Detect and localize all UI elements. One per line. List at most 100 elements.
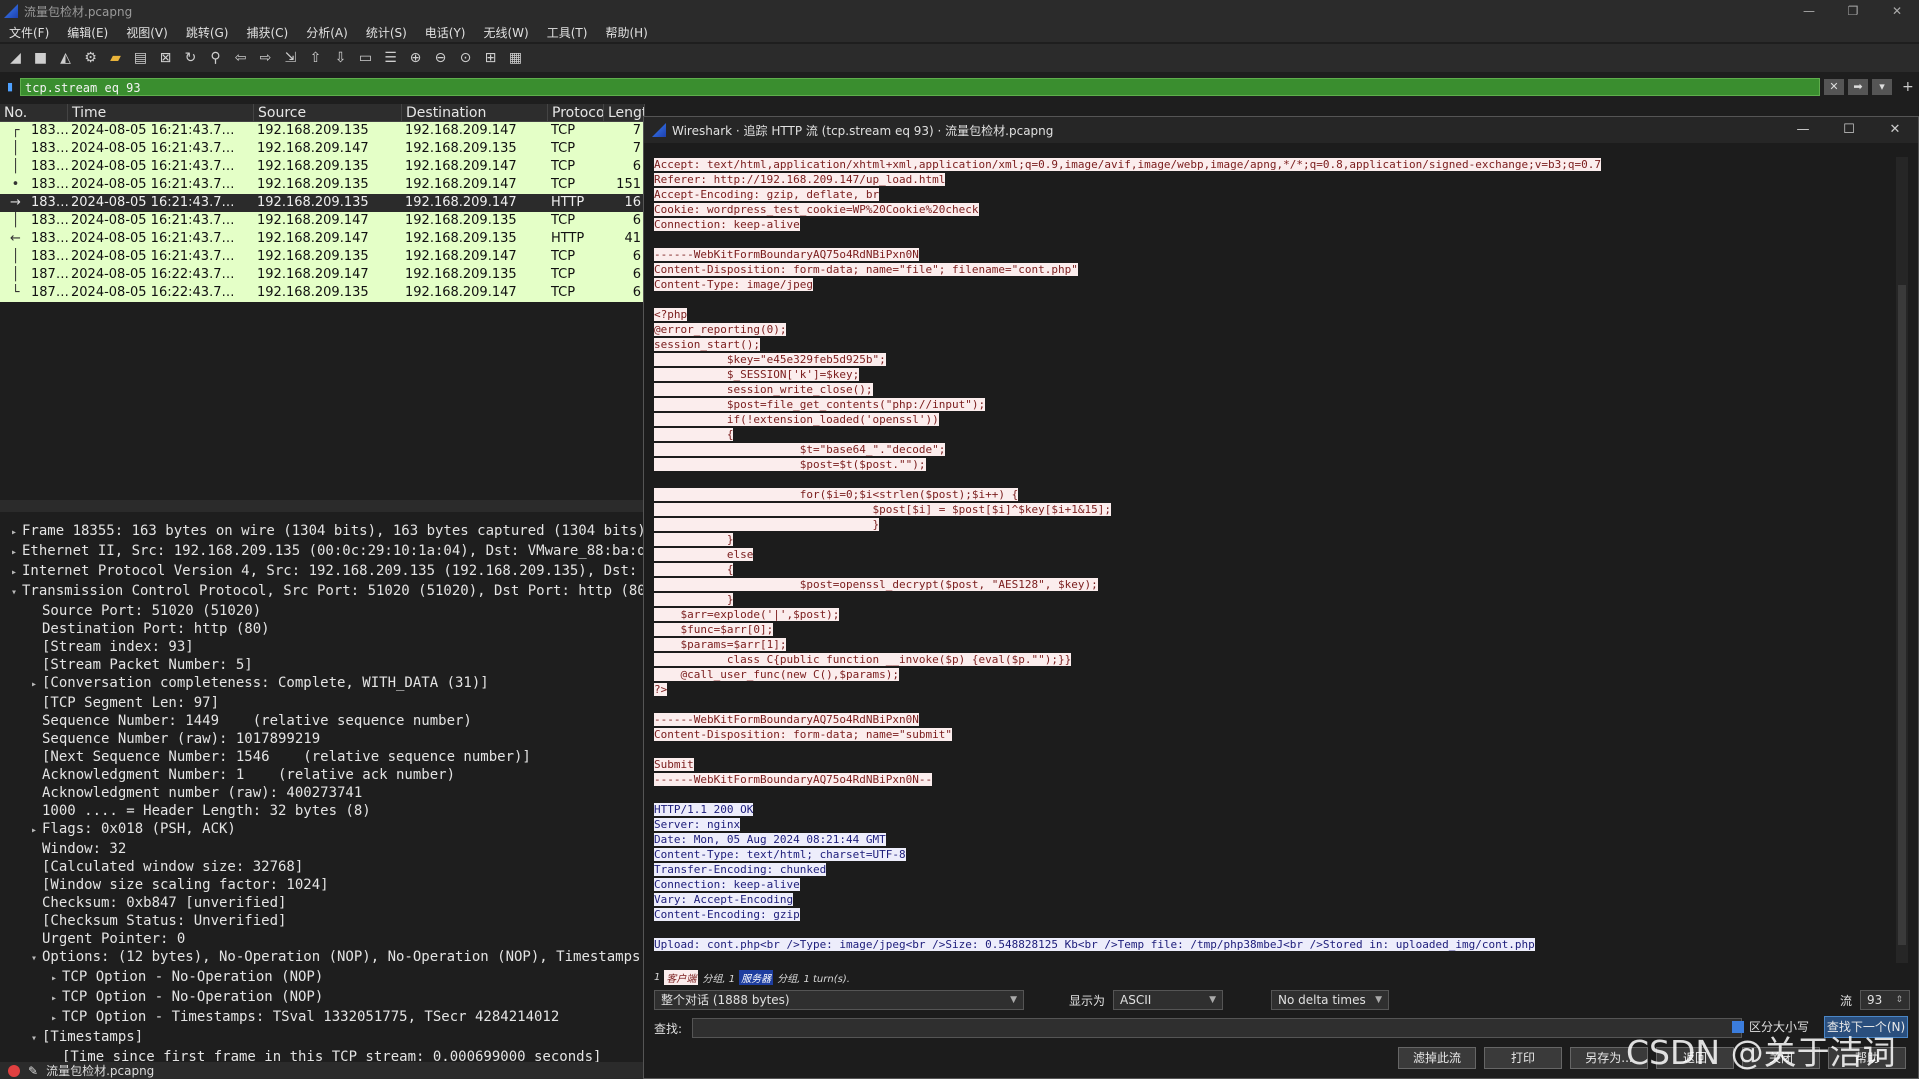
detail-tree-item[interactable]: ▸ Frame 18355: 163 bytes on wire (1304 bi… [0, 522, 645, 542]
detail-tree-item[interactable]: ▸ TCP Option - No-Operation (NOP) [0, 968, 645, 988]
close-button[interactable]: ✕ [1875, 0, 1919, 22]
detail-tree-item[interactable]: Urgent Pointer: 0 [0, 930, 645, 948]
restart-icon[interactable]: ◭ [56, 49, 75, 68]
detail-tree-item[interactable]: ▾ Transmission Control Protocol, Src Port… [0, 582, 645, 602]
column-length[interactable]: Length [604, 104, 645, 121]
last-packet-icon[interactable]: ⇩ [331, 49, 350, 68]
detail-tree-item[interactable]: Source Port: 51020 (51020) [0, 602, 645, 620]
detail-tree-item[interactable]: [Time since first frame in this TCP stre… [0, 1048, 645, 1062]
detail-tree-item[interactable]: 1000 .... = Header Length: 32 bytes (8) [0, 802, 645, 820]
dialog-minimize-button[interactable]: — [1780, 117, 1826, 143]
expert-info-icon[interactable] [8, 1064, 20, 1077]
detail-tree-item[interactable]: Destination Port: http (80) [0, 620, 645, 638]
filter-out-stream-button[interactable]: 滤掉此流 [1398, 1047, 1476, 1069]
menu-capture[interactable]: 捕获(C) [237, 24, 297, 41]
detail-tree-item[interactable]: [Calculated window size: 32768] [0, 858, 645, 876]
collapsed-chevron-icon[interactable]: ▸ [26, 676, 42, 694]
show-as-select[interactable]: ASCII ▼ [1113, 990, 1224, 1010]
goto-icon[interactable]: ⇲ [281, 49, 300, 68]
zoom-normal-icon[interactable]: ⊙ [456, 49, 475, 68]
scroll-thumb[interactable] [1898, 285, 1906, 945]
autoscroll-icon[interactable]: ▭ [356, 49, 375, 68]
packet-row[interactable]: ┌ 183… 2024-08-05 16:21:43.7… 192.168.209.1… [0, 122, 645, 140]
maximize-button[interactable]: ❐ [1831, 0, 1875, 22]
options-gear-icon[interactable]: ⚙ [81, 49, 100, 68]
edit-comment-icon[interactable]: ✎ [28, 1064, 38, 1078]
detail-tree-item[interactable]: ▸ TCP Option - Timestamps: TSval 13320517… [0, 1008, 645, 1028]
detail-tree-item[interactable]: Sequence Number (raw): 1017899219 [0, 730, 645, 748]
packet-row[interactable]: • 183… 2024-08-05 16:21:43.7… 192.168.209.1… [0, 176, 645, 194]
display-filter-input[interactable]: tcp.stream eq 93 [20, 78, 1820, 96]
forward-arrow-icon[interactable]: ⇨ [256, 49, 275, 68]
resize-columns-icon[interactable]: ⊞ [481, 49, 500, 68]
packet-row[interactable]: │ 187… 2024-08-05 16:22:43.7… 192.168.209.1… [0, 266, 645, 284]
stream-scrollbar[interactable] [1896, 157, 1908, 963]
minimize-button[interactable]: — [1787, 0, 1831, 22]
detail-tree-item[interactable]: ▸ [Conversation completeness: Complete, W… [0, 674, 645, 694]
packet-row[interactable]: └ 187… 2024-08-05 16:22:43.7… 192.168.209.1… [0, 284, 645, 302]
collapsed-chevron-icon[interactable]: ▸ [46, 970, 62, 988]
open-folder-icon[interactable]: ▰ [106, 49, 125, 68]
back-arrow-icon[interactable]: ⇦ [231, 49, 250, 68]
first-packet-icon[interactable]: ⇧ [306, 49, 325, 68]
collapsed-chevron-icon[interactable]: ▸ [26, 822, 42, 840]
detail-tree-item[interactable]: ▾ Options: (12 bytes), No-Operation (NOP)… [0, 948, 645, 968]
filter-history-dropdown[interactable]: ▾ [1872, 79, 1892, 95]
conversation-select[interactable]: 整个对话 (1888 bytes) ▼ [654, 990, 1024, 1010]
detail-tree-item[interactable]: Acknowledgment number (raw): 400273741 [0, 784, 645, 802]
reload-icon[interactable]: ↻ [181, 49, 200, 68]
detail-tree-item[interactable]: [Stream index: 93] [0, 638, 645, 656]
packet-row[interactable]: │ 183… 2024-08-05 16:21:43.7… 192.168.209.1… [0, 212, 645, 230]
menu-file[interactable]: 文件(F) [0, 24, 58, 41]
menu-wireless[interactable]: 无线(W) [475, 24, 538, 41]
detail-tree-item[interactable]: ▸ TCP Option - No-Operation (NOP) [0, 988, 645, 1008]
detail-tree-item[interactable]: ▸ Flags: 0x018 (PSH, ACK) [0, 820, 645, 840]
collapsed-chevron-icon[interactable]: ▸ [6, 524, 22, 542]
zoom-out-icon[interactable]: ⊖ [431, 49, 450, 68]
detail-tree-item[interactable]: [Next Sequence Number: 1546 (relative se… [0, 748, 645, 766]
collapsed-chevron-icon[interactable]: ▸ [6, 564, 22, 582]
expanded-chevron-icon[interactable]: ▾ [26, 950, 42, 968]
detail-tree-item[interactable]: [Checksum Status: Unverified] [0, 912, 645, 930]
detail-tree-item[interactable]: [Stream Packet Number: 5] [0, 656, 645, 674]
collapsed-chevron-icon[interactable]: ▸ [46, 1010, 62, 1028]
menu-tools[interactable]: 工具(T) [538, 24, 597, 41]
menu-analyze[interactable]: 分析(A) [297, 24, 357, 41]
apply-filter-button[interactable]: ➡ [1848, 79, 1868, 95]
column-source[interactable]: Source [254, 104, 402, 121]
detail-tree-item[interactable]: ▸ Ethernet II, Src: 192.168.209.135 (00:0… [0, 542, 645, 562]
shark-fin-start-icon[interactable]: ◢ [6, 49, 25, 68]
dialog-maximize-button[interactable]: ☐ [1826, 117, 1872, 143]
column-time[interactable]: Time [68, 104, 254, 121]
stream-number-spinbox[interactable]: 93 ⇕ [1860, 990, 1911, 1010]
packet-row[interactable]: ← 183… 2024-08-05 16:21:43.7… 192.168.209.1… [0, 230, 645, 248]
packet-row[interactable]: │ 183… 2024-08-05 16:21:43.7… 192.168.209.1… [0, 158, 645, 176]
layout-icon[interactable]: ▦ [506, 49, 525, 68]
detail-tree-item[interactable]: [Window size scaling factor: 1024] [0, 876, 645, 894]
stream-content[interactable]: Accept: text/html,application/xhtml+xml,… [654, 157, 1894, 1077]
detail-tree-item[interactable]: Window: 32 [0, 840, 645, 858]
delta-times-select[interactable]: No delta times ▼ [1271, 990, 1389, 1010]
bookmark-icon[interactable]: ▮ [0, 78, 20, 96]
column-protocol[interactable]: Protocol [548, 104, 604, 121]
dialog-close-button[interactable]: ✕ [1872, 117, 1918, 143]
menu-help[interactable]: 帮助(H) [596, 24, 656, 41]
clear-filter-button[interactable]: ✕ [1824, 79, 1844, 95]
detail-tree-item[interactable]: Acknowledgment Number: 1 (relative ack n… [0, 766, 645, 784]
save-icon[interactable]: ▤ [131, 49, 150, 68]
packet-list-scrollbar[interactable] [0, 500, 645, 512]
packet-row[interactable]: │ 183… 2024-08-05 16:21:43.7… 192.168.209.1… [0, 140, 645, 158]
column-destination[interactable]: Destination [402, 104, 548, 121]
detail-tree-item[interactable]: Sequence Number: 1449 (relative sequence… [0, 712, 645, 730]
menu-go[interactable]: 跳转(G) [177, 24, 238, 41]
colorize-icon[interactable]: ☰ [381, 49, 400, 68]
close-file-icon[interactable]: ⊠ [156, 49, 175, 68]
detail-tree-item[interactable]: ▸ Internet Protocol Version 4, Src: 192.1… [0, 562, 645, 582]
collapsed-chevron-icon[interactable]: ▸ [46, 990, 62, 1008]
menu-statistics[interactable]: 统计(S) [357, 24, 416, 41]
packet-row[interactable]: → 183… 2024-08-05 16:21:43.7… 192.168.209.1… [0, 194, 645, 212]
add-filter-button[interactable]: + [1902, 79, 1914, 95]
find-icon[interactable]: ⚲ [206, 49, 225, 68]
stop-icon[interactable]: ■ [31, 49, 50, 68]
detail-tree-item[interactable]: [TCP Segment Len: 97] [0, 694, 645, 712]
